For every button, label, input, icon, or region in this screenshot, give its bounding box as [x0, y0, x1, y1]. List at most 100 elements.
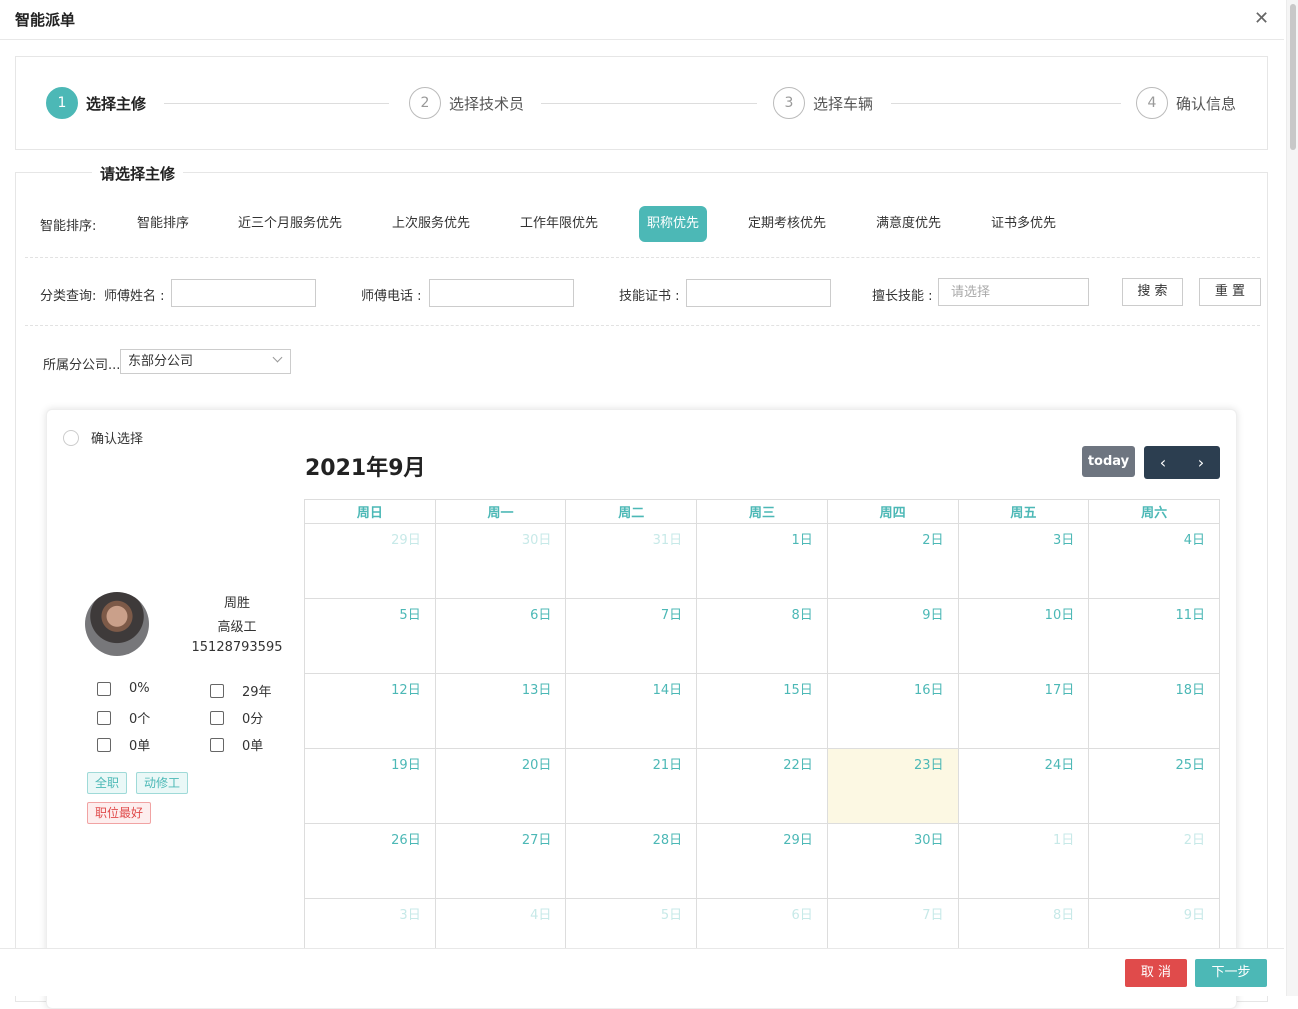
sort-option[interactable]: 定期考核优先	[740, 206, 834, 242]
step-label: 选择车辆	[813, 94, 874, 113]
confirm-select[interactable]: 确认选择	[63, 428, 143, 447]
calendar-day[interactable]: 6日	[434, 598, 567, 674]
cancel-button[interactable]: 取 消	[1125, 959, 1187, 987]
step-number: 1	[46, 87, 78, 119]
scrollbar-thumb[interactable]	[1290, 4, 1296, 150]
calendar-day[interactable]: 9日	[826, 598, 959, 674]
section-title: 请选择主修	[92, 163, 184, 184]
sort-option-active[interactable]: 职称优先	[639, 206, 708, 242]
sort-option[interactable]: 满意度优先	[868, 206, 949, 242]
calendar-day[interactable]: 24日	[957, 748, 1090, 824]
step-3[interactable]: 3 选择车辆	[773, 87, 873, 119]
skill-select[interactable]	[938, 278, 1089, 306]
scrollbar[interactable]	[1286, 0, 1298, 996]
dialog-title: 智能派单	[15, 11, 76, 29]
calendar-day[interactable]: 12日	[304, 673, 436, 749]
technician-phone: 15128793595	[191, 640, 283, 655]
step-2[interactable]: 2 选择技术员	[409, 87, 524, 119]
calendar-day[interactable]: 18日	[1088, 673, 1220, 749]
stat-rate: 0%	[97, 681, 150, 696]
checklist-icon	[210, 737, 224, 752]
cert-input[interactable]	[686, 279, 831, 307]
divider	[25, 325, 1260, 326]
step-4[interactable]: 4 确认信息	[1136, 87, 1236, 119]
calendar-day[interactable]: 5日	[304, 598, 436, 674]
calendar-day-today[interactable]: 23日	[826, 748, 959, 824]
cert-label: 技能证书 :	[619, 289, 680, 304]
calendar-day[interactable]: 31日	[565, 523, 698, 599]
calendar-day[interactable]: 4日	[1088, 523, 1220, 599]
calendar-day[interactable]: 20日	[434, 748, 567, 824]
calendar-day[interactable]: 22日	[696, 748, 828, 824]
calendar-day[interactable]: 1日	[957, 823, 1090, 899]
calendar-day[interactable]: 15日	[696, 673, 828, 749]
calendar-week: 26日 27日 28日 29日 30日 1日 2日	[304, 823, 1220, 899]
steps-panel: 1 选择主修 2 选择技术员 3 选择车辆 4 确认信息	[15, 56, 1268, 150]
calendar-day[interactable]: 8日	[696, 598, 828, 674]
weekday-header: 周三	[696, 499, 828, 524]
sort-option[interactable]: 智能排序	[129, 206, 197, 242]
calendar-day[interactable]: 29日	[304, 523, 436, 599]
chevron-right-icon[interactable]: ›	[1182, 446, 1220, 479]
calendar-day[interactable]: 7日	[565, 598, 698, 674]
stat-score: 0分	[210, 708, 263, 727]
chevron-left-icon[interactable]: ‹	[1144, 446, 1182, 479]
step-label: 确认信息	[1176, 94, 1237, 113]
search-button[interactable]: 搜 索	[1122, 278, 1183, 306]
calendar-day[interactable]: 30日	[826, 823, 959, 899]
calendar-day[interactable]: 26日	[304, 823, 436, 899]
confirm-radio[interactable]	[63, 429, 79, 446]
stat-value: 0%	[129, 681, 150, 696]
stat-count: 0个	[97, 708, 150, 727]
calendar-day[interactable]: 27日	[434, 823, 567, 899]
today-button[interactable]: today	[1082, 446, 1135, 477]
calendar-day[interactable]: 2日	[826, 523, 959, 599]
step-connector	[164, 103, 389, 104]
phone-label: 师傅电话 :	[361, 289, 422, 304]
calendar-day[interactable]: 10日	[957, 598, 1090, 674]
calendar-day[interactable]: 14日	[565, 673, 698, 749]
technician-name: 周胜	[223, 596, 250, 611]
calendar-day[interactable]: 1日	[696, 523, 828, 599]
sort-option[interactable]: 近三个月服务优先	[230, 206, 350, 242]
calendar-day[interactable]: 25日	[1088, 748, 1220, 824]
company-value: 东部分公司	[128, 354, 194, 369]
sort-option[interactable]: 工作年限优先	[512, 206, 606, 242]
stat-years: 29年	[210, 681, 272, 700]
calendar-day[interactable]: 3日	[957, 523, 1090, 599]
calendar-day[interactable]: 21日	[565, 748, 698, 824]
sort-option[interactable]: 证书多优先	[983, 206, 1064, 242]
calendar-day[interactable]: 13日	[434, 673, 567, 749]
technician-card: 确认选择 周胜 高级工 15128793595 0% 29年 0个 0分 0单 …	[46, 409, 1237, 1009]
calendar-day[interactable]: 28日	[565, 823, 698, 899]
next-button[interactable]: 下一步	[1195, 959, 1267, 987]
reset-button[interactable]: 重 置	[1199, 278, 1261, 306]
weekday-header: 周四	[826, 499, 959, 524]
calendar-day[interactable]: 17日	[957, 673, 1090, 749]
step-1[interactable]: 1 选择主修	[46, 87, 146, 119]
tag: 职位最好	[87, 802, 152, 824]
calendar-day[interactable]: 19日	[304, 748, 436, 824]
step-connector	[891, 103, 1121, 104]
sort-option[interactable]: 上次服务优先	[384, 206, 478, 242]
calendar-day[interactable]: 2日	[1088, 823, 1220, 899]
weekday-header: 周日	[304, 499, 436, 524]
calendar-week: 29日 30日 31日 1日 2日 3日 4日	[304, 523, 1220, 599]
close-icon[interactable]: ✕	[1254, 8, 1269, 29]
step-number: 4	[1136, 87, 1168, 119]
step-number: 3	[773, 87, 805, 119]
step-label: 选择技术员	[449, 94, 525, 113]
weekday-header: 周二	[565, 499, 698, 524]
name-input[interactable]	[171, 279, 316, 307]
calendar-day[interactable]: 11日	[1088, 598, 1220, 674]
calendar-day[interactable]: 29日	[696, 823, 828, 899]
stat-orders: 0单	[210, 735, 263, 754]
phone-input[interactable]	[429, 279, 574, 307]
company-select[interactable]: 东部分公司	[120, 349, 291, 374]
calendar-icon	[210, 683, 224, 698]
query-label: 分类查询:	[40, 289, 97, 304]
calendar-day[interactable]: 30日	[434, 523, 567, 599]
calendar-day[interactable]: 16日	[826, 673, 959, 749]
thumbs-up-icon	[97, 681, 111, 696]
weekday-header: 周六	[1088, 499, 1220, 524]
